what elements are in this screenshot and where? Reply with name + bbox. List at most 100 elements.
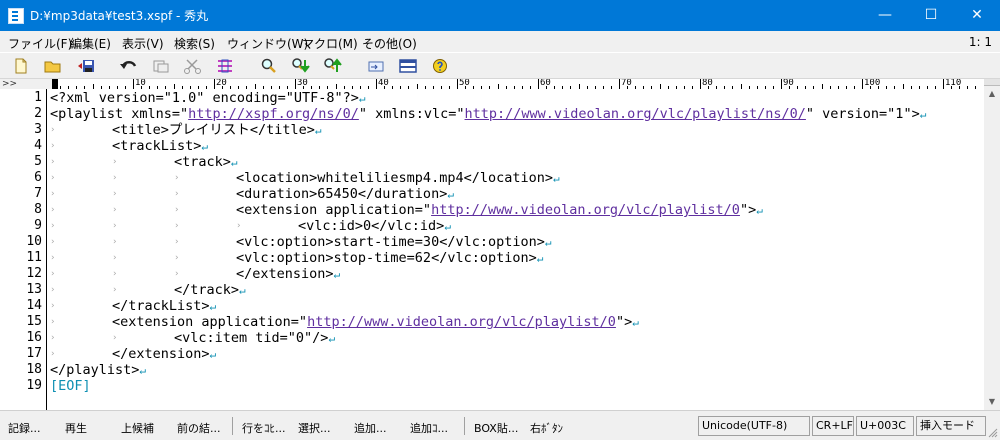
tab-marker: › [174,269,180,279]
undo-icon[interactable] [119,57,139,75]
save-icon[interactable] [76,57,96,75]
fkey-append[interactable]: 追加... [354,420,387,436]
line-number: 6 [34,170,42,185]
ruler-collapse-button[interactable]: >> [0,79,52,89]
code-text: <extension application=" [112,314,308,330]
newline-marker: ↵ [444,220,451,233]
code-text: "> [615,314,633,330]
search-up-icon[interactable] [323,57,343,75]
code-line[interactable]: › › › <vlc:option>stop-time=62</vlc:option>… [50,250,543,266]
url-link[interactable]: http://www.videolan.org/vlc/playlist/0 [431,202,740,218]
code-line[interactable]: › </trackList>↵ [50,298,216,314]
menu-view[interactable]: 表示(V) [122,35,164,52]
new-file-icon[interactable] [11,57,31,75]
code-line[interactable]: › </extension>↵ [50,346,216,362]
code-line[interactable]: › › › </extension>↵ [50,266,340,282]
tab-marker: › [50,237,56,247]
code-line[interactable]: › › <track>↵ [50,154,238,170]
editor-pane[interactable]: 1 2 3 4 5 6 7 8 9 10 11 12 13 14 15 16 17 18 19 <?xml vers… [0,89,984,410]
menu-other[interactable]: その他(O) [362,35,417,52]
jump-icon[interactable] [366,57,386,75]
newline-marker: ↵ [333,268,341,281]
menu-file[interactable]: ファイル(F) [8,35,72,52]
code-line[interactable]: <?xml version="1.0" encoding="UTF-8"?>↵ [50,90,365,106]
url-link[interactable]: http://www.videolan.org/vlc/playlist/ns/… [465,106,806,122]
tab-marker: › [174,253,180,263]
ruler-tick [214,79,215,89]
resize-grip-icon[interactable] [988,428,998,438]
ruler-number: 60 [540,79,551,88]
maximize-button[interactable]: ☐ [908,0,954,31]
line-number: 19 [26,378,42,393]
vertical-scrollbar[interactable]: ▲ ▼ [984,79,1000,410]
gutter-divider [46,89,47,410]
title-bar: D:¥mp3data¥test3.xspf - 秀丸 — ☐ ✕ [0,0,1000,31]
code-text: "> [739,202,757,218]
help-icon[interactable] [430,57,450,75]
code-line[interactable]: › › › <location>whiteliliesmp4.mp4</locatio… [50,170,560,186]
tab-marker: › [50,269,56,279]
encoding-status[interactable]: Unicode(UTF-8) [698,416,810,436]
newline-marker: ↵ [919,108,927,121]
code-line[interactable]: › <trackList>↵ [50,138,208,154]
tab-marker: › [50,141,56,151]
insert-mode-status[interactable]: 挿入モード [916,416,986,436]
code-line[interactable]: › <extension application="http://www.vide… [50,314,639,330]
menu-macro[interactable]: マクロ(M) [302,35,358,52]
minimize-button[interactable]: — [862,0,908,31]
code-line[interactable]: <playlist xmlns="http://xspf.org/ns/0/" … [50,106,926,122]
fkey-append-copy[interactable]: 追加ｺ... [410,420,448,436]
eof-marker: [EOF] [50,378,91,394]
line-number: 14 [26,298,42,313]
fkey-right-button[interactable]: 右ﾎﾞﾀﾝ [530,420,563,436]
newline-marker: ↵ [756,204,763,217]
url-link[interactable]: http://xspf.org/ns/0/ [188,106,359,122]
fkey-select[interactable]: 選択... [298,420,331,436]
paste-icon[interactable] [215,57,235,75]
code-line[interactable]: › › › <vlc:option>start-time=30</vlc:option… [50,234,551,250]
cut-icon[interactable] [183,57,203,75]
fkey-play[interactable]: 再生 [65,420,87,436]
newline-marker: ↵ [209,300,217,313]
fkey-prev-result[interactable]: 前の結... [177,420,221,436]
menu-search[interactable]: 検索(S) [174,35,215,52]
code-line[interactable]: › › </track>↵ [50,282,246,298]
open-folder-icon[interactable] [43,57,63,75]
search-down-icon[interactable] [291,57,311,75]
cursor-position: 1: 1 [968,35,992,49]
ruler-tick [295,79,296,89]
fkey-copy-line[interactable]: 行をｺﾋ... [242,420,286,436]
code-text: <playlist xmlns=" [50,106,189,122]
close-button[interactable]: ✕ [954,0,1000,31]
menu-window[interactable]: ウィンドウ(W) [227,35,308,52]
split-window-icon[interactable] [398,57,418,75]
tab-marker: › [50,173,56,183]
newline-status[interactable]: CR+LF [812,416,854,436]
tab-marker: › [50,221,56,231]
code-line[interactable]: › <title>プレイリスト</title>↵ [50,122,322,138]
code-line[interactable]: › › › › <vlc:id>0</vlc:id>↵ [50,218,451,234]
window-split-handle[interactable] [984,79,1000,86]
line-number: 16 [26,330,42,345]
search-icon[interactable] [259,57,279,75]
scroll-up-icon[interactable]: ▲ [984,86,1000,102]
tab-marker: › [112,173,118,183]
copy-icon[interactable] [151,57,171,75]
code-line[interactable]: › › › <duration>65450</duration>↵ [50,186,454,202]
newline-marker: ↵ [632,316,639,329]
code-text: <vlc:item tid="0"/> [174,330,329,346]
newline-marker: ↵ [209,348,217,361]
ruler-tick [133,79,134,89]
scroll-down-icon[interactable]: ▼ [984,394,1000,410]
code-line[interactable]: › › <vlc:item tid="0"/>↵ [50,330,335,346]
ruler-number: 30 [297,79,308,88]
text-area[interactable]: <?xml version="1.0" encoding="UTF-8"?>↵ <… [50,89,980,410]
fkey-prev-candidate[interactable]: 上候補 [121,420,154,436]
menu-edit[interactable]: 編集(E) [70,35,111,52]
fkey-box-paste[interactable]: BOX貼... [474,420,518,436]
url-link[interactable]: http://www.videolan.org/vlc/playlist/0 [307,314,616,330]
code-line[interactable]: </playlist>↵ [50,362,146,378]
code-line[interactable]: › › › <extension application="http://www.vi… [50,202,763,218]
app-icon[interactable] [8,8,24,24]
fkey-record[interactable]: 記録... [8,420,41,436]
